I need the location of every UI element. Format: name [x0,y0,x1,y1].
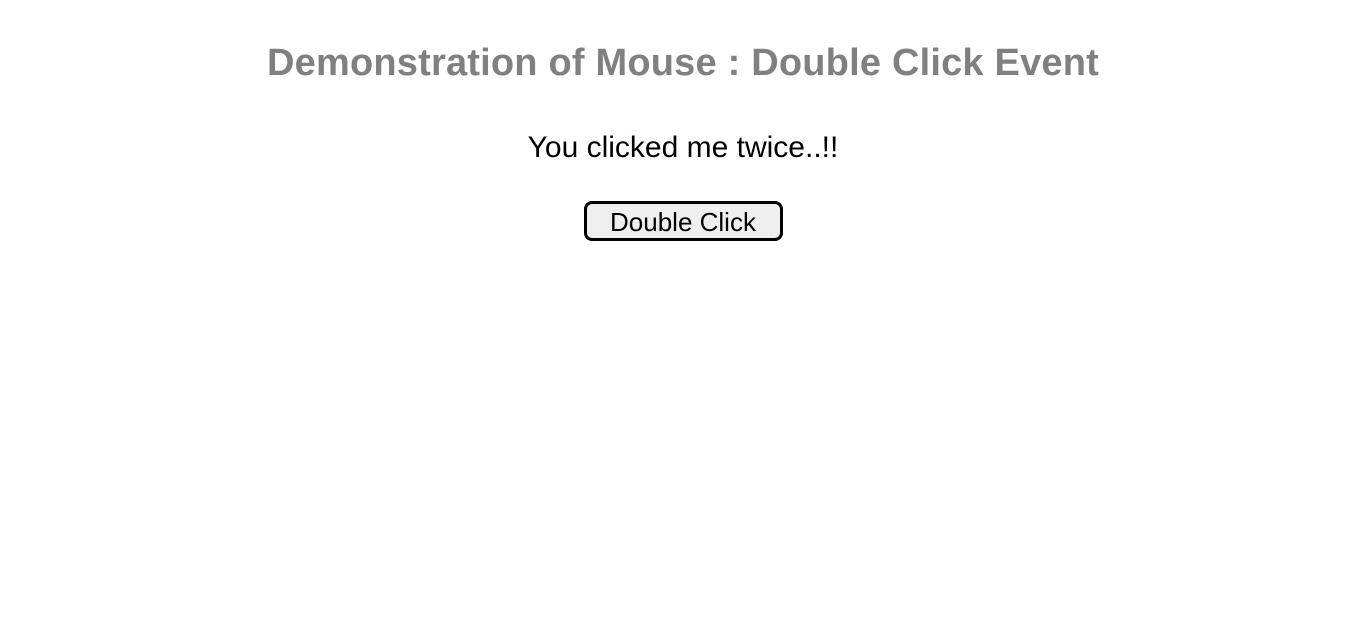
status-message: You clicked me twice..!! [527,131,839,164]
button-container: Double Click [0,201,1357,241]
page-title: Demonstration of Mouse : Double Click Ev… [266,42,1100,84]
double-click-button[interactable]: Double Click [583,201,783,241]
page: Demonstration of Mouse : Double Click Ev… [0,0,1357,629]
